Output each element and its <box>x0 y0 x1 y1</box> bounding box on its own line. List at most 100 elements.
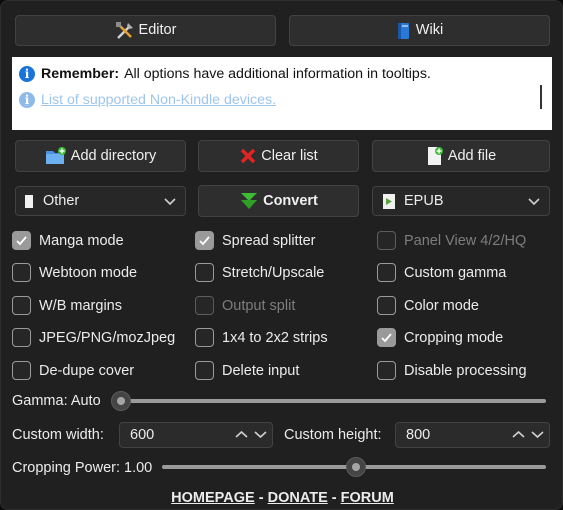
cropping-mode-checkbox[interactable]: Cropping mode <box>377 328 503 347</box>
convert-label: Convert <box>263 192 318 209</box>
wiki-label: Wiki <box>415 22 444 39</box>
custom-width-label: Custom width: <box>12 427 104 443</box>
custom-gamma-checkbox[interactable]: Custom gamma <box>377 263 506 282</box>
delete-input-label: Delete input <box>222 362 300 379</box>
chevron-down-icon[interactable] <box>254 428 267 441</box>
add-file-button[interactable]: Add file <box>372 140 550 172</box>
devices-link-line[interactable]: i List of supported Non-Kindle devices. <box>19 92 276 108</box>
gamma-slider-track[interactable] <box>114 399 546 403</box>
spread-splitter-label: Spread splitter <box>222 232 316 249</box>
format-select-value: EPUB <box>404 193 444 209</box>
info-icon: i <box>19 66 35 82</box>
clear-list-button[interactable]: Clear list <box>198 140 359 172</box>
custom-gamma-label: Custom gamma <box>404 264 507 281</box>
epub-icon <box>383 193 395 209</box>
checkbox-box <box>12 361 31 380</box>
chevron-down-icon[interactable] <box>531 428 544 441</box>
output-split-checkbox[interactable]: Output split <box>195 296 295 315</box>
text-cursor <box>540 85 542 109</box>
donate-link[interactable]: DONATE <box>268 490 328 506</box>
custom-height-field[interactable]: 800 <box>395 422 550 448</box>
checkbox-box <box>377 361 396 380</box>
clear-list-label: Clear list <box>261 147 318 164</box>
spread-splitter-checkbox[interactable]: Spread splitter <box>195 231 316 250</box>
remember-text: All options have additional information … <box>124 66 431 82</box>
webtoon-mode-checkbox[interactable]: Webtoon mode <box>12 263 137 282</box>
jpeg-png-checkbox[interactable]: JPEG/PNG/mozJpeg <box>12 328 175 347</box>
remember-line: i Remember: All options have additional … <box>19 66 431 82</box>
format-select[interactable]: EPUB <box>372 186 550 216</box>
color-mode-label: Color mode <box>404 297 479 314</box>
footer-separator: - <box>327 490 341 506</box>
add-file-label: Add file <box>447 147 497 164</box>
add-directory-label: Add directory <box>70 147 157 164</box>
webtoon-mode-label: Webtoon mode <box>39 264 138 281</box>
footer-separator: - <box>254 490 268 506</box>
cropping-power-label: Cropping Power: 1.00 <box>12 460 153 476</box>
dedupe-cover-checkbox[interactable]: De-dupe cover <box>12 361 134 380</box>
strips-checkbox[interactable]: 1x4 to 2x2 strips <box>195 328 328 347</box>
dedupe-cover-label: De-dupe cover <box>39 362 135 379</box>
forum-link[interactable]: FORUM <box>341 490 394 506</box>
add-file-icon <box>427 147 443 165</box>
cropping-mode-label: Cropping mode <box>404 329 504 346</box>
disable-processing-checkbox[interactable]: Disable processing <box>377 361 527 380</box>
checkbox-box <box>195 361 214 380</box>
checkbox-box <box>12 296 31 315</box>
book-icon <box>397 22 409 39</box>
checkbox-box <box>12 263 31 282</box>
panel-view-checkbox[interactable]: Panel View 4/2/HQ <box>377 231 526 250</box>
chevron-up-icon[interactable] <box>235 428 248 441</box>
check-icon <box>12 231 31 250</box>
add-folder-icon <box>45 147 66 164</box>
devices-link[interactable]: List of supported Non-Kindle devices. <box>41 92 276 108</box>
device-select-value: Other <box>43 193 80 209</box>
checkbox-box <box>12 328 31 347</box>
editor-button[interactable]: Editor <box>15 15 276 46</box>
checkbox-box <box>195 296 214 315</box>
disable-processing-label: Disable processing <box>404 362 527 379</box>
app-window: Editor Wiki i Remember: All options have… <box>0 0 563 510</box>
homepage-link[interactable]: HOMEPAGE <box>171 490 255 506</box>
checkbox-box <box>195 328 214 347</box>
info-icon: i <box>19 92 35 108</box>
checkbox-box <box>195 263 214 282</box>
custom-height-label: Custom height: <box>284 427 382 443</box>
color-mode-checkbox[interactable]: Color mode <box>377 296 479 315</box>
wb-margins-label: W/B margins <box>39 297 122 314</box>
manga-mode-checkbox[interactable]: Manga mode <box>12 231 124 250</box>
jpeg-png-label: JPEG/PNG/mozJpeg <box>39 329 176 346</box>
gamma-slider-handle[interactable] <box>111 391 131 411</box>
convert-button[interactable]: Convert <box>198 185 359 217</box>
custom-width-field[interactable]: 600 <box>119 422 273 448</box>
cropping-power-slider-handle[interactable] <box>346 457 366 477</box>
clear-x-icon <box>241 148 256 164</box>
editor-label: Editor <box>138 22 177 39</box>
check-icon <box>377 328 396 347</box>
stretch-upscale-label: Stretch/Upscale <box>222 264 325 281</box>
device-select[interactable]: Other <box>15 186 186 216</box>
gamma-label: Gamma: Auto <box>12 393 101 409</box>
delete-input-checkbox[interactable]: Delete input <box>195 361 299 380</box>
convert-arrow-icon <box>241 193 258 209</box>
tools-icon <box>115 21 133 39</box>
check-icon <box>195 231 214 250</box>
chevron-down-icon <box>164 198 176 206</box>
wiki-button[interactable]: Wiki <box>289 15 550 46</box>
add-directory-button[interactable]: Add directory <box>15 140 186 172</box>
stretch-upscale-checkbox[interactable]: Stretch/Upscale <box>195 263 324 282</box>
manga-mode-label: Manga mode <box>39 232 124 249</box>
chevron-down-icon <box>528 198 540 206</box>
checkbox-box <box>377 231 396 250</box>
wb-margins-checkbox[interactable]: W/B margins <box>12 296 122 315</box>
chevron-up-icon[interactable] <box>512 428 525 441</box>
checkbox-box <box>377 263 396 282</box>
remember-bold: Remember: <box>41 66 120 82</box>
strips-label: 1x4 to 2x2 strips <box>222 329 328 346</box>
checkbox-box <box>377 296 396 315</box>
panel-view-label: Panel View 4/2/HQ <box>404 232 527 249</box>
footer-links: HOMEPAGE - DONATE - FORUM <box>1 490 563 506</box>
output-split-label: Output split <box>222 297 296 314</box>
info-panel: i Remember: All options have additional … <box>12 57 552 130</box>
custom-height-value: 800 <box>406 427 431 443</box>
